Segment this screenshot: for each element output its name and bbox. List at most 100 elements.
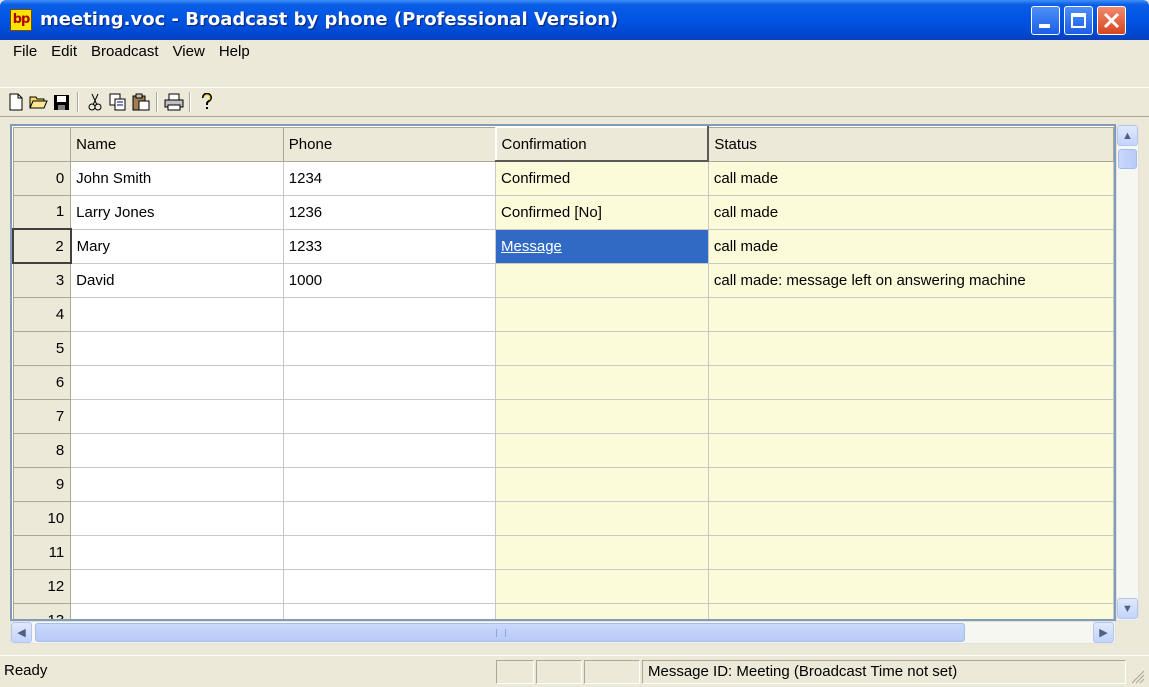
row-number[interactable]: 3 (12, 262, 72, 298)
menu-edit[interactable]: Edit (44, 41, 84, 63)
print-button[interactable] (162, 91, 185, 113)
cell-name[interactable] (70, 602, 284, 619)
vertical-scroll-thumb[interactable] (1118, 149, 1137, 169)
scroll-left-button[interactable]: ◀ (11, 622, 32, 643)
scroll-down-button[interactable]: ▼ (1117, 598, 1138, 619)
cell-confirmation[interactable] (495, 602, 709, 619)
cell-phone[interactable] (282, 568, 497, 604)
row-number[interactable]: 13 (12, 602, 72, 619)
cell-status[interactable] (707, 364, 1114, 400)
horizontal-scrollbar[interactable]: ◀ ▶ (10, 621, 1116, 644)
cell-name[interactable]: Larry Jones (70, 194, 284, 230)
row-number[interactable]: 8 (12, 432, 72, 468)
cell-confirmation[interactable] (495, 568, 709, 604)
cell-confirmation[interactable] (495, 534, 709, 570)
cell-confirmation[interactable] (495, 330, 709, 366)
paste-button[interactable] (129, 91, 152, 113)
cell-name[interactable] (70, 364, 284, 400)
cell-phone[interactable]: 1000 (282, 262, 497, 298)
row-number[interactable]: 4 (12, 296, 72, 332)
app-icon[interactable]: bp (10, 9, 32, 31)
row-number[interactable]: 5 (12, 330, 72, 366)
row-number[interactable]: 6 (12, 364, 72, 400)
new-button[interactable] (4, 91, 27, 113)
cell-name[interactable]: Mary (70, 228, 284, 264)
cell-status[interactable] (707, 568, 1114, 604)
cell-phone[interactable] (282, 534, 497, 570)
cell-name[interactable] (70, 330, 284, 366)
cell-status[interactable] (707, 398, 1114, 434)
cell-status[interactable]: call made (707, 228, 1114, 264)
cell-confirmation-selected[interactable]: Message (495, 228, 709, 264)
maximize-button[interactable] (1064, 6, 1093, 35)
cell-name[interactable] (70, 466, 284, 502)
menu-broadcast[interactable]: Broadcast (84, 41, 166, 63)
cell-phone[interactable] (282, 500, 497, 536)
cell-status[interactable] (707, 534, 1114, 570)
horizontal-scroll-thumb[interactable] (35, 623, 965, 642)
cell-status[interactable] (707, 296, 1114, 332)
cell-status[interactable] (707, 432, 1114, 468)
help-button[interactable] (195, 91, 218, 113)
cell-name[interactable] (70, 534, 284, 570)
scroll-up-button[interactable]: ▲ (1117, 125, 1138, 146)
title-bar[interactable]: bp meeting.voc - Broadcast by phone (Pro… (0, 0, 1149, 40)
cell-confirmation[interactable] (495, 432, 709, 468)
close-button[interactable] (1097, 6, 1126, 35)
row-number[interactable]: 1 (12, 194, 72, 230)
cut-button[interactable] (83, 91, 106, 113)
scroll-right-button[interactable]: ▶ (1093, 622, 1114, 643)
column-header-status[interactable]: Status (707, 126, 1114, 162)
minimize-button[interactable] (1031, 6, 1060, 35)
column-header-confirmation[interactable]: Confirmation (494, 126, 710, 162)
cell-confirmation[interactable] (495, 500, 709, 536)
row-number[interactable]: 11 (12, 534, 72, 570)
cell-confirmation[interactable]: Confirmed [No] (495, 194, 709, 230)
save-button[interactable] (50, 91, 73, 113)
cell-phone[interactable]: 1233 (282, 228, 497, 264)
cell-name[interactable] (70, 568, 284, 604)
cell-phone[interactable] (282, 296, 497, 332)
column-header-phone[interactable]: Phone (282, 126, 497, 162)
row-number[interactable]: 7 (12, 398, 72, 434)
cell-status[interactable] (707, 466, 1114, 502)
cell-status[interactable] (707, 330, 1114, 366)
cell-confirmation[interactable] (495, 398, 709, 434)
corner-header[interactable] (12, 126, 72, 162)
cell-name[interactable] (70, 432, 284, 468)
cell-status[interactable]: call made (707, 160, 1114, 196)
cell-phone[interactable] (282, 466, 497, 502)
menu-view[interactable]: View (166, 41, 212, 63)
contacts-grid[interactable]: Name Phone Confirmation Status 0 John Sm… (10, 124, 1116, 621)
cell-phone[interactable] (282, 364, 497, 400)
cell-phone[interactable] (282, 398, 497, 434)
cell-phone[interactable] (282, 330, 497, 366)
cell-confirmation[interactable] (495, 262, 709, 298)
cell-name[interactable]: David (70, 262, 284, 298)
cell-name[interactable] (70, 500, 284, 536)
cell-status[interactable] (707, 602, 1114, 619)
cell-phone[interactable]: 1234 (282, 160, 497, 196)
cell-status[interactable]: call made (707, 194, 1114, 230)
cell-confirmation[interactable]: Confirmed (495, 160, 709, 196)
menu-help[interactable]: Help (212, 41, 257, 63)
cell-status[interactable] (707, 500, 1114, 536)
open-button[interactable] (27, 91, 50, 113)
column-header-name[interactable]: Name (70, 126, 284, 162)
resize-grip-icon[interactable] (1129, 668, 1145, 684)
cell-confirmation[interactable] (495, 466, 709, 502)
copy-button[interactable] (106, 91, 129, 113)
row-number[interactable]: 10 (12, 500, 72, 536)
cell-status[interactable]: call made: message left on answering mac… (707, 262, 1114, 298)
row-number[interactable]: 12 (12, 568, 72, 604)
cell-name[interactable] (70, 398, 284, 434)
cell-confirmation[interactable] (495, 296, 709, 332)
cell-phone[interactable]: 1236 (282, 194, 497, 230)
row-number[interactable]: 9 (12, 466, 72, 502)
row-number[interactable]: 0 (12, 160, 72, 196)
cell-name[interactable]: John Smith (70, 160, 284, 196)
cell-confirmation[interactable] (495, 364, 709, 400)
cell-phone[interactable] (282, 432, 497, 468)
cell-phone[interactable] (282, 602, 497, 619)
cell-name[interactable] (70, 296, 284, 332)
